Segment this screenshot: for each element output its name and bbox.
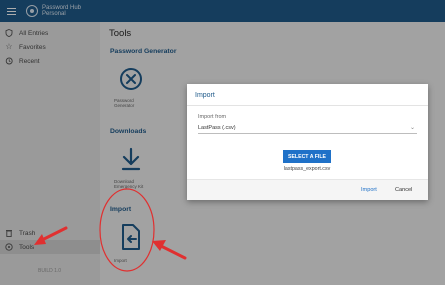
import-from-label: Import from [198,114,227,120]
dialog-footer: Import Cancel [187,179,428,200]
dialog-title: Import [195,92,215,99]
chevron-down-icon: ⌄ [409,125,415,131]
import-button[interactable]: Import [361,187,377,193]
import-from-value: LastPass (.csv) [198,125,236,131]
cancel-button[interactable]: Cancel [395,187,412,193]
import-from-select[interactable]: LastPass (.csv) ⌄ [198,123,417,134]
dialog-divider [187,105,428,106]
selected-file-name: lastpass_export.csv [283,166,331,172]
select-file-button[interactable]: SELECT A FILE [283,150,331,163]
import-dialog: Import Import from LastPass (.csv) ⌄ SEL… [187,84,428,200]
